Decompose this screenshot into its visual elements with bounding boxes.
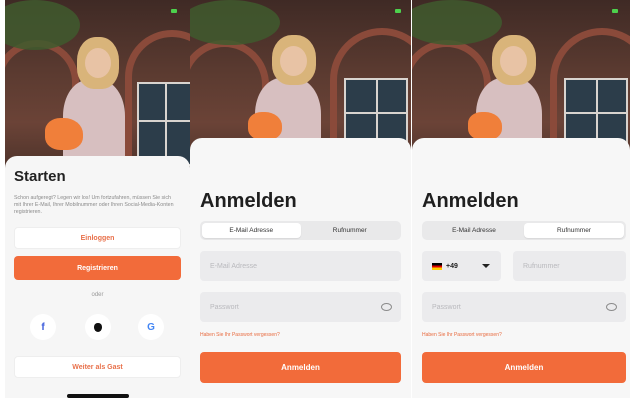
- watering-can: [45, 118, 83, 150]
- watering-can: [468, 112, 502, 140]
- person-face: [85, 48, 111, 78]
- phone-field[interactable]: Rufnummer: [513, 251, 626, 281]
- person-face: [500, 46, 527, 76]
- tab-phone[interactable]: Rufnummer: [524, 223, 624, 238]
- google-icon: G: [147, 321, 155, 333]
- forgot-password-link[interactable]: Haben Sie Ihr Passwort vergessen?: [422, 332, 502, 338]
- eye-icon[interactable]: [606, 303, 617, 311]
- person-face: [280, 46, 307, 76]
- page-title: Anmelden: [200, 190, 297, 212]
- status-indicator: [612, 9, 618, 13]
- tab-email[interactable]: E-Mail Adresse: [424, 223, 524, 238]
- home-indicator: [67, 394, 129, 398]
- tab-phone[interactable]: Rufnummer: [301, 223, 400, 238]
- login-method-tabs: E-Mail Adresse Rufnummer: [422, 221, 626, 240]
- page-title: Starten: [14, 168, 66, 185]
- foliage: [412, 0, 502, 45]
- submit-login-button[interactable]: Anmelden: [422, 352, 626, 383]
- password-placeholder: Passwort: [432, 303, 461, 311]
- password-placeholder: Passwort: [210, 303, 239, 311]
- window: [137, 82, 190, 166]
- tab-email[interactable]: E-Mail Adresse: [202, 223, 301, 238]
- google-login-button[interactable]: G: [138, 314, 164, 340]
- forgot-password-link[interactable]: Haben Sie Ihr Passwort vergessen?: [200, 332, 280, 338]
- foliage: [190, 0, 280, 45]
- guest-button[interactable]: Weiter als Gast: [14, 356, 181, 378]
- status-indicator: [395, 9, 401, 13]
- hero-image: [5, 0, 190, 175]
- page-title: Anmelden: [422, 190, 519, 212]
- country-code-select[interactable]: +49: [422, 251, 501, 281]
- password-field[interactable]: Passwort: [200, 292, 401, 322]
- login-button[interactable]: Einloggen: [14, 227, 181, 249]
- login-phone-screen: Anmelden E-Mail Adresse Rufnummer +49 Ru…: [412, 0, 630, 398]
- facebook-login-button[interactable]: f: [30, 314, 56, 340]
- facebook-icon: f: [41, 321, 45, 333]
- apple-login-button[interactable]: [85, 314, 111, 340]
- or-divider: oder: [91, 292, 104, 298]
- start-sheet: Starten Schon aufgeregt? Legen wir los! …: [5, 156, 190, 398]
- login-sheet: Anmelden E-Mail Adresse Rufnummer +49 Ru…: [412, 138, 630, 398]
- apple-icon: [94, 322, 102, 332]
- eye-icon[interactable]: [381, 303, 392, 311]
- intro-text: Schon aufgeregt? Legen wir los! Um fortz…: [14, 195, 174, 215]
- watering-can: [248, 112, 282, 140]
- germany-flag-icon: [432, 262, 442, 270]
- login-method-tabs: E-Mail Adresse Rufnummer: [200, 221, 401, 240]
- foliage: [5, 0, 80, 50]
- login-email-screen: Anmelden E-Mail Adresse Rufnummer E-Mail…: [190, 0, 411, 398]
- submit-login-button[interactable]: Anmelden: [200, 352, 401, 383]
- status-indicator: [171, 9, 177, 13]
- start-screen: Starten Schon aufgeregt? Legen wir los! …: [5, 0, 190, 398]
- password-field[interactable]: Passwort: [422, 292, 626, 322]
- country-code-value: +49: [446, 262, 458, 270]
- login-sheet: Anmelden E-Mail Adresse Rufnummer E-Mail…: [190, 138, 411, 398]
- register-button[interactable]: Registrieren: [14, 256, 181, 280]
- chevron-down-icon: [482, 264, 490, 268]
- email-field[interactable]: E-Mail Adresse: [200, 251, 401, 281]
